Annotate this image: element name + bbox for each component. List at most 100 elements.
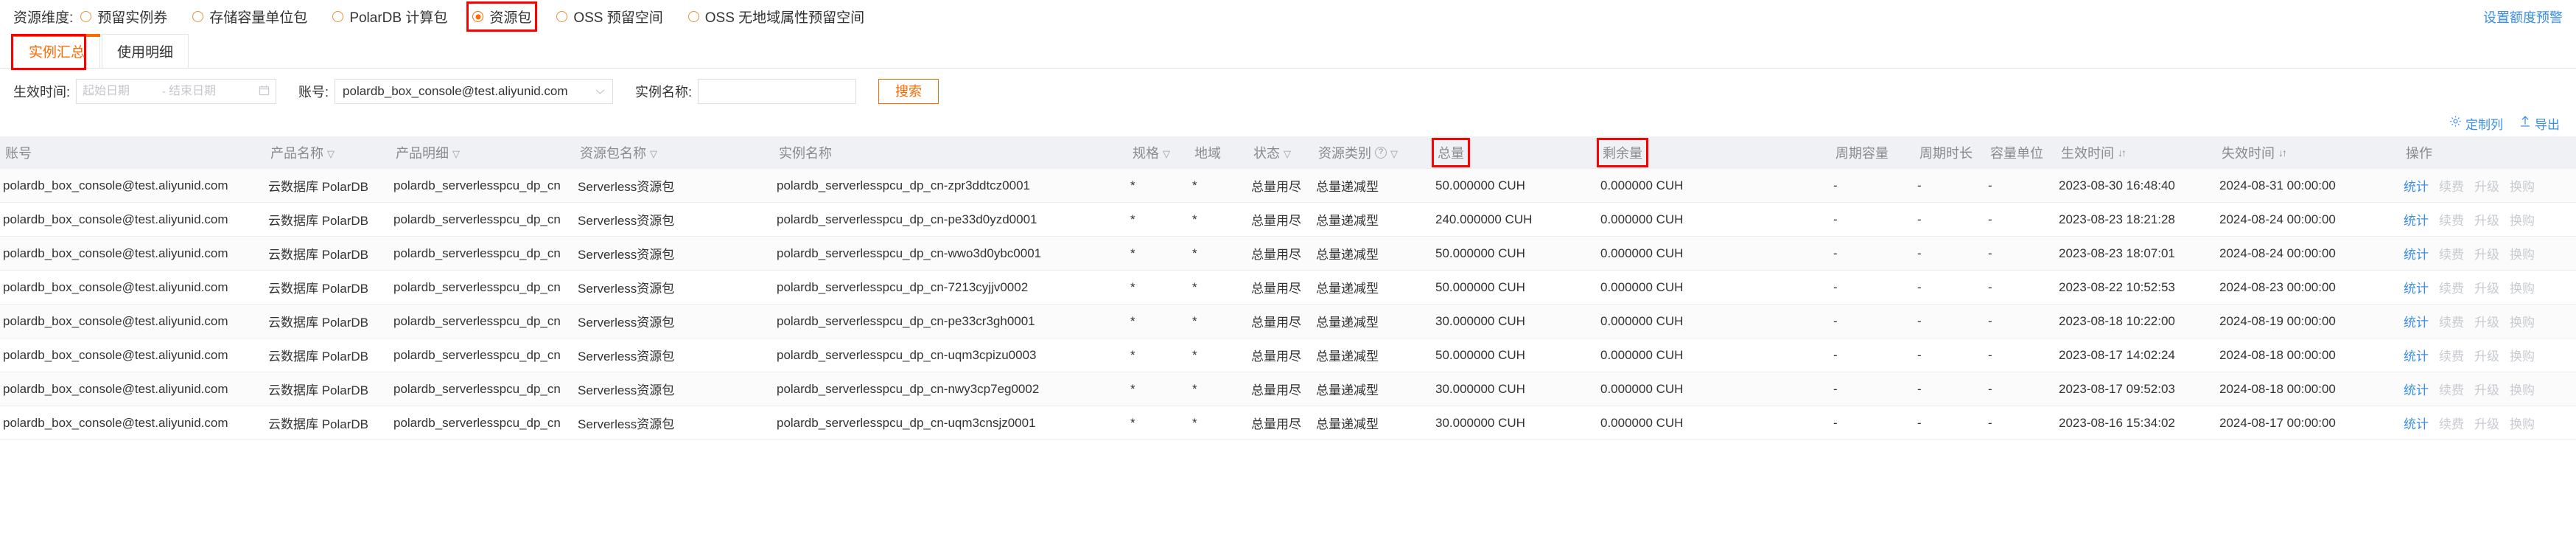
cell-status: 总量用尽: [1248, 169, 1313, 203]
cell-remain: 0.000000 CUH: [1597, 169, 1830, 203]
action-link-0[interactable]: 统计: [2404, 214, 2429, 228]
filter-icon[interactable]: [452, 149, 460, 159]
cell-total: 50.000000 CUH: [1432, 270, 1597, 305]
radio-option-1[interactable]: 存储容量单位包: [189, 4, 310, 29]
resource-package-table-container: 账号 产品名称 产品明细 资源包名称 实例名称 规格 地域 状态 资源类别? 总量 剩余量 周期容量 周…: [0, 136, 2576, 440]
cell-region: *: [1189, 406, 1248, 440]
cell-account: polardb_box_console@test.aliyunid.com: [0, 202, 265, 237]
table-head: 账号 产品名称 产品明细 资源包名称 实例名称 规格 地域 状态 资源类别? 总量 剩余量 周期容量 周…: [0, 136, 2576, 169]
action-link-0[interactable]: 统计: [2404, 248, 2429, 262]
export-button[interactable]: 导出: [2519, 114, 2560, 133]
cell-cyc_cap: -: [1830, 406, 1914, 440]
column-header-inner: 资源包名称: [578, 142, 659, 164]
cell-exp_time: 2024-08-31 00:00:00: [2216, 169, 2401, 203]
cell-cyc_len: -: [1914, 406, 1985, 440]
column-header-product: 产品名称: [265, 136, 391, 169]
action-link-1: 续费: [2439, 214, 2464, 228]
column-header-inner: 周期时长: [1917, 142, 1975, 164]
help-icon[interactable]: ?: [1375, 147, 1387, 159]
resource-dimension-bar: 资源维度: 预留实例券 存储容量单位包 PolarDB 计算包 资源包 OSS 预留空间…: [0, 0, 2576, 33]
column-header-label: 失效时间: [2222, 146, 2275, 161]
customize-columns-button[interactable]: 定制列: [2449, 114, 2503, 133]
radio-option-4[interactable]: OSS 预留空间: [553, 4, 665, 29]
cell-product: 云数据库 PolarDB: [265, 202, 391, 237]
account-select[interactable]: polardb_box_console@test.aliyunid.com: [335, 79, 614, 104]
action-link-1: 续费: [2439, 248, 2464, 262]
cell-actions: 统计 续费 升级 换购: [2401, 304, 2576, 338]
cell-total: 50.000000 CUH: [1432, 338, 1597, 372]
radio-option-3[interactable]: 资源包: [466, 1, 538, 32]
cell-account: polardb_box_console@test.aliyunid.com: [0, 270, 265, 305]
action-link-1: 续费: [2439, 282, 2464, 296]
radio-circle-icon: [556, 11, 568, 22]
action-link-0[interactable]: 统计: [2404, 282, 2429, 296]
cell-spec: *: [1127, 406, 1189, 440]
action-link-2: 升级: [2474, 316, 2499, 330]
action-link-0[interactable]: 统计: [2404, 316, 2429, 330]
resource-dimension-radio-group: 预留实例券 存储容量单位包 PolarDB 计算包 资源包 OSS 预留空间 OSS 无地…: [77, 1, 886, 32]
column-header-total: 总量: [1432, 136, 1597, 169]
cell-region: *: [1189, 202, 1248, 237]
quota-alert-link[interactable]: 设置额度预警: [2483, 7, 2563, 27]
calendar-icon[interactable]: [259, 85, 270, 98]
column-header-inner: 实例名称: [777, 142, 834, 164]
date-start-input[interactable]: [83, 85, 160, 98]
cell-cyc_len: -: [1914, 304, 1985, 338]
action-link-1: 续费: [2439, 417, 2464, 431]
tab-usage-detail[interactable]: 使用明细: [102, 34, 189, 68]
column-header-label: 操作: [2406, 146, 2432, 161]
cell-region: *: [1189, 169, 1248, 203]
action-link-0[interactable]: 统计: [2404, 180, 2429, 194]
action-link-3: 换购: [2510, 214, 2535, 228]
radio-option-0[interactable]: 预留实例券: [77, 4, 170, 29]
date-end-input[interactable]: [169, 85, 246, 98]
cell-cyc_len: -: [1914, 169, 1985, 203]
cell-account: polardb_box_console@test.aliyunid.com: [0, 338, 265, 372]
cell-actions: 统计 续费 升级 换购: [2401, 169, 2576, 203]
cell-cyc_cap: -: [1830, 169, 1914, 203]
radio-circle-icon: [192, 11, 204, 22]
cell-cyc_len: -: [1914, 202, 1985, 237]
column-header-inner: 总量: [1432, 138, 1470, 167]
instance-name-input[interactable]: [698, 79, 857, 104]
action-link-0[interactable]: 统计: [2404, 350, 2429, 364]
cell-cap_unit: -: [1985, 270, 2056, 305]
action-link-3: 换购: [2510, 350, 2535, 364]
filter-icon[interactable]: [1390, 149, 1398, 159]
table-row: polardb_box_console@test.aliyunid.com 云数据…: [0, 406, 2576, 440]
cell-account: polardb_box_console@test.aliyunid.com: [0, 406, 265, 440]
instance-name-label: 实例名称:: [635, 85, 693, 100]
filter-icon[interactable]: [1284, 149, 1291, 159]
radio-option-2[interactable]: PolarDB 计算包: [329, 4, 450, 29]
filter-icon[interactable]: [1163, 149, 1170, 159]
cell-region: *: [1189, 236, 1248, 271]
column-header-spec: 规格: [1127, 136, 1189, 169]
cell-remain: 0.000000 CUH: [1597, 202, 1830, 237]
cell-instance: polardb_serverlesspcu_dp_cn-zpr3ddtcz000…: [774, 169, 1127, 203]
column-header-inner: 账号: [3, 142, 34, 164]
tab-instance-summary[interactable]: 实例汇总: [13, 34, 100, 68]
sort-icon[interactable]: ↓↑: [2118, 147, 2127, 159]
effective-time-range-picker[interactable]: -: [76, 79, 277, 104]
radio-option-5[interactable]: OSS 无地域属性预留空间: [685, 4, 867, 29]
cell-product_code: polardb_serverlesspcu_dp_cn: [391, 406, 575, 440]
cell-account: polardb_box_console@test.aliyunid.com: [0, 304, 265, 338]
search-button[interactable]: 搜索: [878, 79, 939, 104]
column-header-label: 剩余量: [1603, 146, 1642, 161]
cell-cap_unit: -: [1985, 304, 2056, 338]
filter-icon[interactable]: [650, 149, 657, 159]
cell-cyc_len: -: [1914, 338, 1985, 372]
cell-remain: 0.000000 CUH: [1597, 304, 1830, 338]
column-header-inner: 地域: [1192, 142, 1223, 164]
sort-icon[interactable]: ↓↑: [2278, 147, 2287, 159]
table-row: polardb_box_console@test.aliyunid.com 云数据…: [0, 338, 2576, 372]
column-header-remain: 剩余量: [1597, 136, 1830, 169]
action-link-1: 续费: [2439, 350, 2464, 364]
cell-cyc_len: -: [1914, 270, 1985, 305]
cell-account: polardb_box_console@test.aliyunid.com: [0, 169, 265, 203]
filter-icon[interactable]: [327, 149, 335, 159]
column-header-inner: 状态: [1251, 142, 1293, 164]
action-link-0[interactable]: 统计: [2404, 383, 2429, 397]
action-link-0[interactable]: 统计: [2404, 417, 2429, 431]
column-header-inner: 资源类别?: [1316, 142, 1400, 164]
